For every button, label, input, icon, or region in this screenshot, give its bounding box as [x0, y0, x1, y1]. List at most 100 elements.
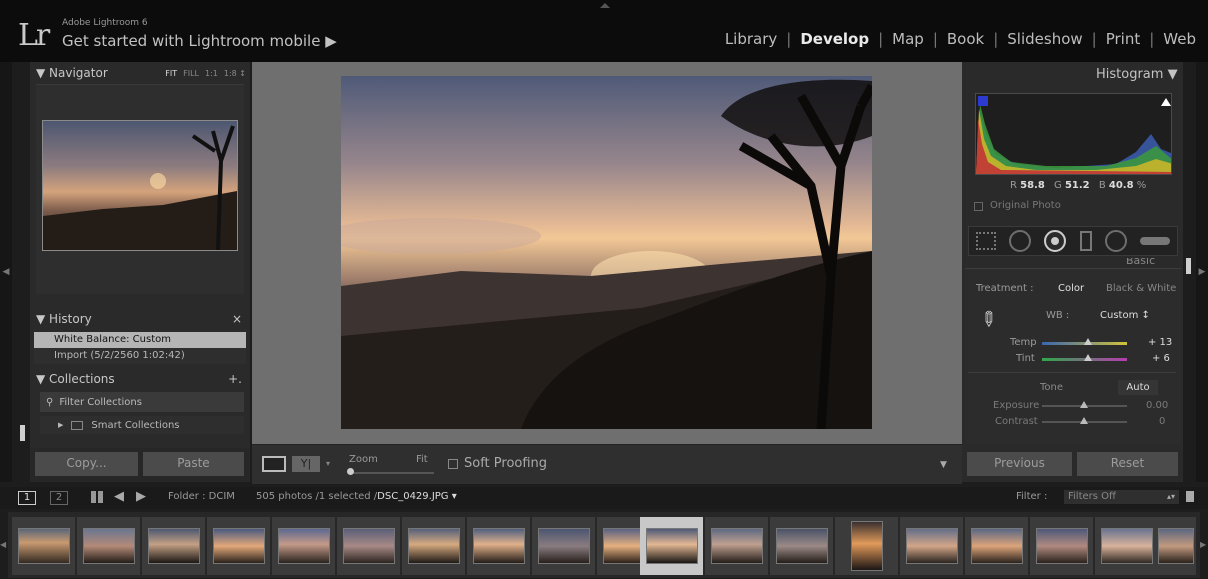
tool-strip	[968, 226, 1178, 256]
filmstrip-left-arrow-icon[interactable]: ◀	[0, 512, 8, 578]
film-thumb[interactable]	[705, 517, 768, 575]
left-panel-toggle-icon[interactable]: ◀	[0, 62, 12, 482]
film-thumb[interactable]	[337, 517, 400, 575]
temp-thumb[interactable]	[1084, 338, 1092, 345]
film-thumb[interactable]	[1030, 517, 1093, 575]
red-eye-icon[interactable]	[1044, 230, 1067, 252]
tint-value[interactable]: + 6	[1152, 353, 1170, 364]
film-thumb[interactable]	[272, 517, 335, 575]
smart-collections-item[interactable]: ▶ Smart Collections	[40, 416, 244, 434]
zoom-1to8[interactable]: 1:8 ↕	[224, 69, 246, 78]
film-thumb[interactable]	[900, 517, 963, 575]
copy-button[interactable]: Copy...	[35, 452, 138, 476]
toolbar-menu-icon[interactable]: ▼	[940, 460, 947, 470]
zoom-slider-thumb[interactable]	[347, 468, 354, 475]
basic-title[interactable]: Basic	[1126, 258, 1155, 266]
film-thumb[interactable]	[142, 517, 205, 575]
radial-filter-icon[interactable]	[1104, 230, 1127, 252]
lightroom-logo: Lr	[18, 18, 50, 53]
module-book[interactable]: Book	[947, 30, 984, 48]
tint-thumb[interactable]	[1084, 354, 1092, 361]
forward-arrow-icon[interactable]: ▶	[136, 489, 146, 504]
soft-proofing-checkbox[interactable]	[448, 459, 458, 469]
film-thumb[interactable]	[835, 517, 898, 575]
module-map[interactable]: Map	[892, 30, 924, 48]
page-2-button[interactable]: 2	[50, 491, 68, 505]
spot-removal-icon[interactable]	[1008, 230, 1031, 252]
original-photo-label: Original Photo	[990, 200, 1061, 211]
b-value: 40.8	[1108, 180, 1134, 191]
left-scrollbar[interactable]	[20, 425, 25, 441]
loupe-view-icon[interactable]	[262, 456, 286, 472]
back-arrow-icon[interactable]: ◀	[114, 489, 124, 504]
film-thumb[interactable]	[965, 517, 1028, 575]
history-title: ▼ History	[36, 312, 92, 326]
navigator-thumbnail[interactable]	[42, 120, 238, 251]
film-thumb[interactable]	[532, 517, 595, 575]
history-header[interactable]: ▼ History ×	[30, 308, 250, 330]
contrast-value[interactable]: 0	[1159, 416, 1165, 427]
module-web[interactable]: Web	[1163, 30, 1196, 48]
contrast-thumb[interactable]	[1080, 417, 1088, 424]
navigator-header[interactable]: ▼ Navigator FIT FILL 1:1 1:8 ↕	[30, 62, 250, 84]
treatment-bw[interactable]: Black & White	[1106, 283, 1176, 294]
module-develop[interactable]: Develop	[800, 30, 869, 48]
page-1-button[interactable]: 1	[18, 491, 36, 505]
filmstrip-right-arrow-icon[interactable]: ▶	[1200, 512, 1208, 578]
zoom-label: Zoom	[349, 454, 378, 465]
zoom-fill[interactable]: FILL	[183, 69, 199, 78]
filter-select[interactable]: Filters Off ▴▾	[1064, 490, 1179, 504]
module-slideshow[interactable]: Slideshow	[1007, 30, 1082, 48]
graduated-filter-icon[interactable]	[1079, 231, 1092, 251]
app-name: Adobe Lightroom 6	[62, 18, 148, 28]
paste-button[interactable]: Paste	[143, 452, 244, 476]
temp-value[interactable]: + 13	[1148, 337, 1172, 348]
before-after-dropdown-icon[interactable]: ▾	[326, 459, 330, 468]
exposure-thumb[interactable]	[1080, 401, 1088, 408]
collapse-top-icon[interactable]	[600, 3, 610, 8]
r-label: R	[1010, 180, 1017, 191]
original-photo-checkbox[interactable]	[974, 202, 983, 211]
add-collection-icon[interactable]: +.	[228, 372, 242, 386]
auto-tone-button[interactable]: Auto	[1118, 380, 1158, 395]
right-scrollbar[interactable]	[1186, 258, 1191, 274]
main-photo[interactable]	[341, 76, 872, 429]
clear-history-icon[interactable]: ×	[232, 312, 242, 326]
filmstrip	[8, 512, 1200, 578]
history-item[interactable]: Import (5/2/2560 1:02:42)	[34, 348, 246, 364]
filter-lock-icon[interactable]	[1186, 491, 1194, 502]
histogram-title[interactable]: Histogram ▼	[1096, 67, 1178, 82]
adjustment-brush-icon[interactable]	[1140, 237, 1171, 245]
film-thumb[interactable]	[207, 517, 270, 575]
film-thumb[interactable]	[1095, 517, 1158, 575]
percent-label: %	[1136, 180, 1147, 191]
treatment-color[interactable]: Color	[1058, 283, 1084, 294]
film-thumb[interactable]	[402, 517, 465, 575]
grid-view-icon[interactable]	[91, 491, 103, 503]
film-thumb-selected[interactable]	[640, 517, 703, 575]
module-library[interactable]: Library	[725, 30, 777, 48]
film-thumb[interactable]	[770, 517, 833, 575]
folder-label[interactable]: Folder : DCIM	[168, 491, 235, 502]
photo-count[interactable]: 505 photos /1 selected /DSC_0429.JPG ▾	[256, 491, 457, 502]
film-thumb[interactable]	[12, 517, 75, 575]
histogram[interactable]	[975, 93, 1172, 175]
film-thumb[interactable]	[467, 517, 530, 575]
mobile-link[interactable]: Get started with Lightroom mobile ▶	[62, 32, 337, 50]
previous-button[interactable]: Previous	[967, 452, 1072, 476]
exposure-value[interactable]: 0.00	[1146, 400, 1168, 411]
wb-select[interactable]: Custom ↕	[1100, 310, 1150, 321]
filter-collections-field[interactable]: ⚲ Filter Collections	[40, 392, 244, 412]
reset-button[interactable]: Reset	[1077, 452, 1178, 476]
before-after-icon[interactable]: Y|	[292, 456, 320, 472]
right-panel-toggle-icon[interactable]: ▶	[1196, 62, 1208, 482]
collections-header[interactable]: ▼ Collections +.	[30, 368, 250, 390]
film-thumb[interactable]	[77, 517, 140, 575]
film-thumb[interactable]	[1155, 517, 1196, 575]
zoom-1to1[interactable]: 1:1	[205, 69, 218, 78]
zoom-fit[interactable]: FIT	[165, 69, 177, 78]
crop-icon[interactable]	[975, 232, 996, 250]
module-print[interactable]: Print	[1106, 30, 1141, 48]
history-item-selected[interactable]: White Balance: Custom	[34, 332, 246, 348]
zoom-slider[interactable]	[349, 472, 434, 474]
